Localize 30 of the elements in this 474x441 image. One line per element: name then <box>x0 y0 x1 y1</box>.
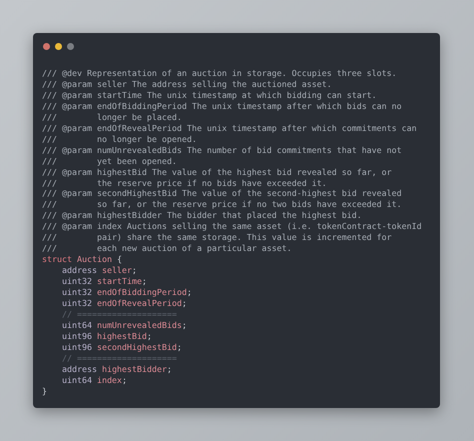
code-line: } <box>42 386 47 397</box>
code-line: uint96 secondHighestBid; <box>60 342 182 353</box>
code-line: /// @param endOfRevealPeriod The unix timestamp after which commitments can <box>42 122 417 134</box>
code-line: uint32 endOfBiddingPeriod; <box>60 287 192 298</box>
code-line: /// the reserve price if no bids have exceeded it. <box>42 178 327 188</box>
code-line: // ==================== <box>60 308 177 320</box>
code-line: /// @dev Representation of an auction in storage. Occupies three slots. <box>42 68 397 79</box>
code-line: struct Auction { <box>42 254 122 266</box>
code-line: /// each new auction of a particular asset. <box>42 243 292 254</box>
code-line: /// @param index Auctions selling the same asset (i.e. tokenContract-tokenId <box>42 221 422 232</box>
code-line: /// no longer be opened. <box>42 134 197 145</box>
code-line: /// @param highestBid The value of the highest bid revealed so far, or <box>42 166 392 178</box>
code-line: address highestBidder; <box>60 364 172 375</box>
code-line: uint32 startTime; <box>60 276 147 288</box>
code-line: uint64 index; <box>60 374 127 386</box>
code-line: /// @param seller The address selling the auctioned asset. <box>42 78 332 90</box>
code-line: /// pair) share the same storage. This value is incremented for <box>42 232 392 244</box>
code-line: /// @param numUnrevealedBids The number of bid commitments that have not <box>42 144 402 156</box>
code-line: /// @param startTime The unix timestamp at which bidding can start. <box>42 90 377 101</box>
code-line: uint32 endOfRevealPeriod; <box>60 298 187 309</box>
code-line: /// so far, or the reserve price if no two bids have exceeded it. <box>42 199 402 210</box>
code-line: uint96 highestBid; <box>60 330 152 342</box>
code-line: /// yet been opened. <box>42 156 177 167</box>
code-line: // ==================== <box>60 352 177 364</box>
code-line: uint64 numUnrevealedBids; <box>60 320 187 331</box>
code-line: /// @param secondHighestBid The value of the second-highest bid revealed <box>42 188 402 200</box>
code-line: /// @param endOfBiddingPeriod The unix timestamp after which bids can no <box>42 100 402 112</box>
code-line: /// longer be placed. <box>42 112 182 123</box>
code-line: address seller; <box>60 265 137 276</box>
code-line: /// @param highestBidder The bidder that placed the highest bid. <box>42 210 362 222</box>
